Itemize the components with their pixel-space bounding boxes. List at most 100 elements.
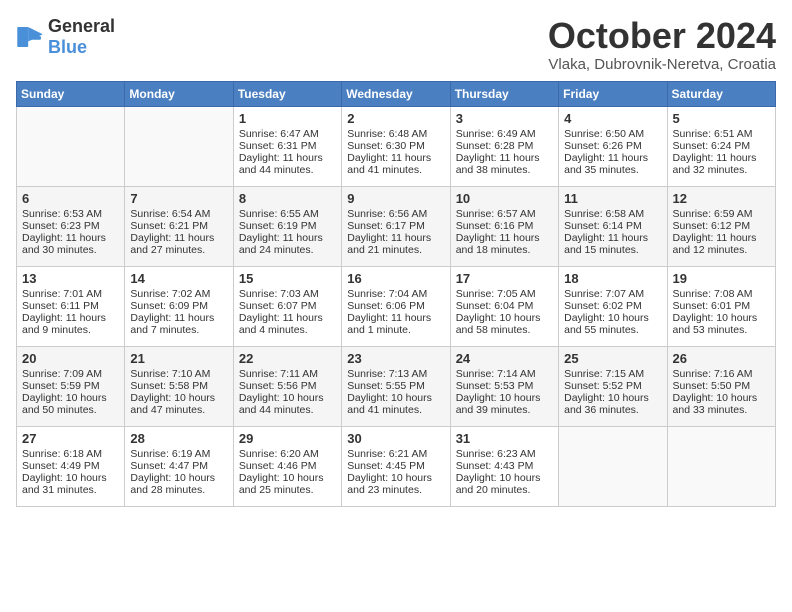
sunset: Sunset: 5:56 PM (239, 380, 317, 392)
daylight: Daylight: 11 hours and 44 minutes. (239, 152, 323, 176)
sunrise: Sunrise: 6:55 AM (239, 208, 319, 220)
sunrise: Sunrise: 7:02 AM (130, 288, 210, 300)
day-number: 28 (130, 431, 227, 446)
day-number: 26 (673, 351, 770, 366)
sunrise: Sunrise: 6:18 AM (22, 448, 102, 460)
day-number: 10 (456, 191, 553, 206)
daylight: Daylight: 11 hours and 18 minutes. (456, 232, 540, 256)
daylight: Daylight: 11 hours and 24 minutes. (239, 232, 323, 256)
sunset: Sunset: 6:02 PM (564, 300, 642, 312)
day-number: 14 (130, 271, 227, 286)
sunrise: Sunrise: 7:11 AM (239, 368, 318, 380)
sunset: Sunset: 6:23 PM (22, 220, 100, 232)
sunrise: Sunrise: 7:07 AM (564, 288, 644, 300)
daylight: Daylight: 10 hours and 25 minutes. (239, 472, 324, 496)
calendar-cell: 17Sunrise: 7:05 AMSunset: 6:04 PMDayligh… (450, 266, 558, 346)
sunset: Sunset: 5:52 PM (564, 380, 642, 392)
sunrise: Sunrise: 7:15 AM (564, 368, 644, 380)
day-number: 9 (347, 191, 444, 206)
sunset: Sunset: 6:04 PM (456, 300, 534, 312)
calendar-cell: 21Sunrise: 7:10 AMSunset: 5:58 PMDayligh… (125, 346, 233, 426)
calendar-cell (667, 426, 775, 506)
day-number: 11 (564, 191, 661, 206)
header-row: SundayMondayTuesdayWednesdayThursdayFrid… (17, 81, 776, 106)
daylight: Daylight: 11 hours and 41 minutes. (347, 152, 431, 176)
calendar-cell: 13Sunrise: 7:01 AMSunset: 6:11 PMDayligh… (17, 266, 125, 346)
day-number: 25 (564, 351, 661, 366)
calendar-cell: 23Sunrise: 7:13 AMSunset: 5:55 PMDayligh… (342, 346, 450, 426)
calendar-cell: 31Sunrise: 6:23 AMSunset: 4:43 PMDayligh… (450, 426, 558, 506)
calendar-cell: 4Sunrise: 6:50 AMSunset: 6:26 PMDaylight… (559, 106, 667, 186)
sunrise: Sunrise: 7:14 AM (456, 368, 536, 380)
sunset: Sunset: 4:47 PM (130, 460, 208, 472)
month-title: October 2024 (548, 16, 776, 56)
day-number: 5 (673, 111, 770, 126)
day-number: 15 (239, 271, 336, 286)
daylight: Daylight: 10 hours and 28 minutes. (130, 472, 215, 496)
calendar-cell: 22Sunrise: 7:11 AMSunset: 5:56 PMDayligh… (233, 346, 341, 426)
day-number: 7 (130, 191, 227, 206)
calendar-cell: 15Sunrise: 7:03 AMSunset: 6:07 PMDayligh… (233, 266, 341, 346)
calendar-week-2: 6Sunrise: 6:53 AMSunset: 6:23 PMDaylight… (17, 186, 776, 266)
calendar-cell: 9Sunrise: 6:56 AMSunset: 6:17 PMDaylight… (342, 186, 450, 266)
day-number: 12 (673, 191, 770, 206)
day-header-monday: Monday (125, 81, 233, 106)
day-number: 13 (22, 271, 119, 286)
daylight: Daylight: 10 hours and 23 minutes. (347, 472, 432, 496)
daylight: Daylight: 11 hours and 27 minutes. (130, 232, 214, 256)
sunset: Sunset: 6:01 PM (673, 300, 751, 312)
sunset: Sunset: 6:31 PM (239, 140, 317, 152)
daylight: Daylight: 11 hours and 9 minutes. (22, 312, 106, 336)
sunrise: Sunrise: 6:50 AM (564, 128, 644, 140)
calendar-cell: 6Sunrise: 6:53 AMSunset: 6:23 PMDaylight… (17, 186, 125, 266)
title-block: October 2024 Vlaka, Dubrovnik-Neretva, C… (548, 16, 776, 73)
day-number: 1 (239, 111, 336, 126)
daylight: Daylight: 11 hours and 30 minutes. (22, 232, 106, 256)
day-number: 31 (456, 431, 553, 446)
sunset: Sunset: 6:17 PM (347, 220, 425, 232)
daylight: Daylight: 11 hours and 21 minutes. (347, 232, 431, 256)
calendar-cell: 16Sunrise: 7:04 AMSunset: 6:06 PMDayligh… (342, 266, 450, 346)
daylight: Daylight: 11 hours and 15 minutes. (564, 232, 648, 256)
day-number: 3 (456, 111, 553, 126)
calendar-cell: 27Sunrise: 6:18 AMSunset: 4:49 PMDayligh… (17, 426, 125, 506)
day-number: 30 (347, 431, 444, 446)
day-number: 8 (239, 191, 336, 206)
sunrise: Sunrise: 7:13 AM (347, 368, 427, 380)
day-number: 18 (564, 271, 661, 286)
daylight: Daylight: 11 hours and 7 minutes. (130, 312, 214, 336)
location-title: Vlaka, Dubrovnik-Neretva, Croatia (548, 56, 776, 73)
daylight: Daylight: 10 hours and 55 minutes. (564, 312, 649, 336)
sunrise: Sunrise: 7:04 AM (347, 288, 427, 300)
logo-general: General (48, 16, 115, 36)
daylight: Daylight: 10 hours and 58 minutes. (456, 312, 541, 336)
sunset: Sunset: 4:43 PM (456, 460, 534, 472)
sunset: Sunset: 6:24 PM (673, 140, 751, 152)
sunset: Sunset: 5:59 PM (22, 380, 100, 392)
sunrise: Sunrise: 7:10 AM (130, 368, 210, 380)
calendar-cell (125, 106, 233, 186)
sunset: Sunset: 6:19 PM (239, 220, 317, 232)
sunrise: Sunrise: 7:09 AM (22, 368, 102, 380)
calendar-cell: 11Sunrise: 6:58 AMSunset: 6:14 PMDayligh… (559, 186, 667, 266)
sunrise: Sunrise: 6:47 AM (239, 128, 319, 140)
calendar-cell: 18 Sunrise: 7:07 AMSunset: 6:02 PMDayligh… (559, 266, 667, 346)
sunset: Sunset: 6:26 PM (564, 140, 642, 152)
daylight: Daylight: 11 hours and 35 minutes. (564, 152, 648, 176)
sunset: Sunset: 6:07 PM (239, 300, 317, 312)
calendar-cell: 7Sunrise: 6:54 AMSunset: 6:21 PMDaylight… (125, 186, 233, 266)
calendar-cell: 25Sunrise: 7:15 AMSunset: 5:52 PMDayligh… (559, 346, 667, 426)
calendar-cell: 5Sunrise: 6:51 AMSunset: 6:24 PMDaylight… (667, 106, 775, 186)
calendar-week-5: 27Sunrise: 6:18 AMSunset: 4:49 PMDayligh… (17, 426, 776, 506)
sunset: Sunset: 5:53 PM (456, 380, 534, 392)
sunset: Sunset: 6:30 PM (347, 140, 425, 152)
day-header-tuesday: Tuesday (233, 81, 341, 106)
day-header-saturday: Saturday (667, 81, 775, 106)
day-number: 17 (456, 271, 553, 286)
sunset: Sunset: 6:12 PM (673, 220, 751, 232)
calendar-week-1: 1Sunrise: 6:47 AMSunset: 6:31 PMDaylight… (17, 106, 776, 186)
sunrise: Sunrise: 6:19 AM (130, 448, 210, 460)
day-number: 19 (673, 271, 770, 286)
sunset: Sunset: 6:28 PM (456, 140, 534, 152)
daylight: Daylight: 11 hours and 1 minute. (347, 312, 431, 336)
